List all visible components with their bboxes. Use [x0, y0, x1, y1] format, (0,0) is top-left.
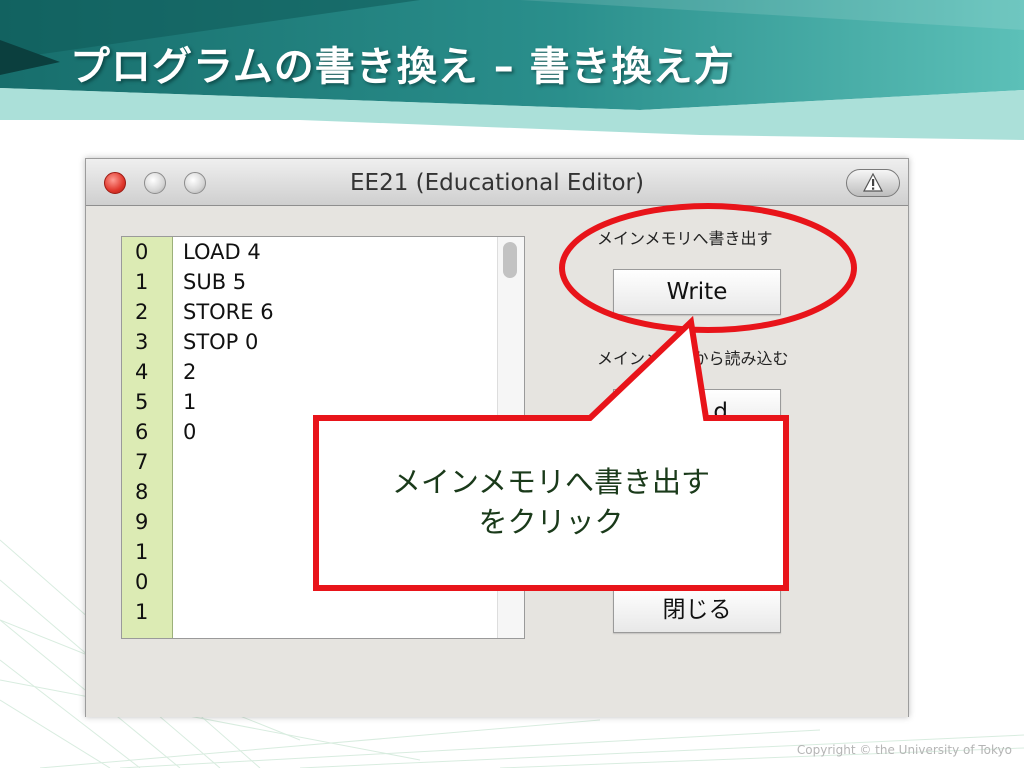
line-number: 2: [135, 300, 149, 324]
code-line[interactable]: LOAD 4: [183, 237, 261, 267]
close-button[interactable]: 閉じる: [613, 587, 781, 633]
read-label: メインメモリから読み込む: [597, 349, 789, 368]
callout-line-1: メインメモリへ書き出す: [391, 465, 711, 499]
warning-icon: [863, 173, 883, 192]
code-line[interactable]: STORE 6: [183, 297, 274, 327]
code-line[interactable]: 1: [183, 387, 196, 417]
line-number: 8: [135, 480, 149, 504]
editor-scrollbar[interactable]: [497, 237, 524, 638]
line-number: 5: [135, 390, 149, 414]
read-button[interactable]: d: [613, 389, 781, 435]
line-number: 1: [135, 600, 149, 624]
toolbar-toggle-button[interactable]: [846, 169, 900, 197]
line-number: 1: [135, 540, 149, 564]
line-number: 9: [135, 510, 149, 534]
editor-window: EE21 (Educational Editor) 0 1 2 3 4 5 6 …: [85, 158, 909, 717]
code-line[interactable]: 0: [183, 417, 196, 447]
write-label: メインメモリへ書き出す: [597, 229, 773, 248]
line-number-gutter: 0 1 2 3 4 5 6 7 8 9 1 0 1: [122, 237, 173, 638]
code-line[interactable]: 2: [183, 357, 196, 387]
code-editor[interactable]: 0 1 2 3 4 5 6 7 8 9 1 0 1 LOAD 4 SUB 5 S…: [121, 236, 525, 639]
line-number: 3: [135, 330, 149, 354]
slide-title: プログラムの書き換え – 書き換え方: [70, 44, 735, 90]
window-title: EE21 (Educational Editor): [350, 170, 644, 196]
line-number: 0: [135, 570, 149, 594]
line-number: 4: [135, 360, 149, 384]
line-number: 0: [135, 240, 149, 264]
code-line[interactable]: SUB 5: [183, 267, 246, 297]
scrollbar-thumb[interactable]: [503, 242, 517, 278]
line-number: 6: [135, 420, 149, 444]
line-number: 1: [135, 270, 149, 294]
callout-text: メインメモリへ書き出す をクリック: [316, 462, 786, 542]
copyright-footer: Copyright © the University of Tokyo: [796, 743, 1012, 757]
line-number: 7: [135, 450, 149, 474]
callout-line-2: をクリック: [478, 505, 624, 539]
code-line[interactable]: STOP 0: [183, 327, 258, 357]
write-button[interactable]: Write: [613, 269, 781, 315]
window-titlebar[interactable]: EE21 (Educational Editor): [86, 159, 908, 206]
